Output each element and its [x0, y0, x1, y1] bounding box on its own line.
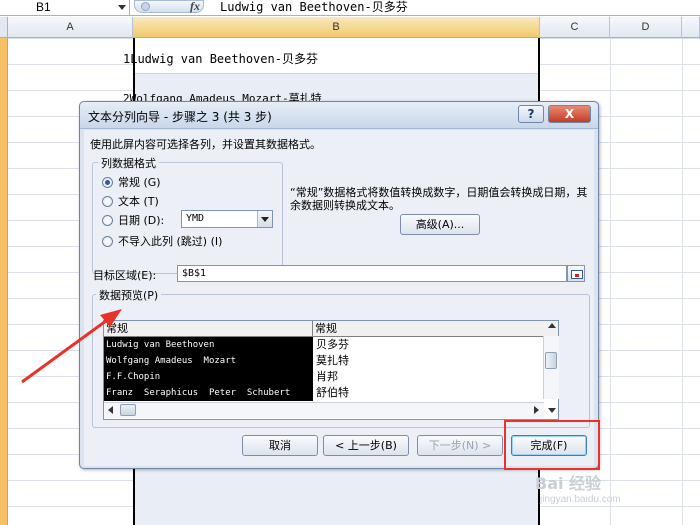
preview-cell: 舒伯特: [316, 386, 349, 399]
radio-icon[interactable]: [102, 196, 113, 207]
preview-column-selected[interactable]: Ludwig van Beethoven Wolfgang Amadeus Mo…: [104, 337, 313, 401]
help-button[interactable]: ?: [518, 105, 544, 123]
grid-divider: [682, 38, 683, 525]
scroll-down-icon[interactable]: [548, 408, 556, 413]
radio-icon[interactable]: [102, 215, 113, 226]
advanced-button[interactable]: 高级(A)...: [400, 214, 480, 235]
preview-horizontal-scrollbar[interactable]: [104, 402, 544, 418]
scroll-right-icon[interactable]: [534, 406, 539, 414]
target-area-input[interactable]: $B$1: [177, 265, 567, 282]
horizontal-scroll-thumb[interactable]: [120, 404, 136, 416]
dialog-title: 文本分列向导 - 步骤之 3 (共 3 步): [88, 110, 272, 124]
next-button[interactable]: 下一步(N) >: [417, 435, 503, 456]
column-header-a[interactable]: A: [8, 17, 133, 38]
grid-divider: [610, 38, 611, 525]
radio-label: 日期 (D):: [118, 214, 165, 227]
row-header-strip[interactable]: [0, 38, 8, 525]
radio-label: 常规 (G): [118, 176, 161, 189]
watermark-logo: Bai 经验: [535, 474, 602, 493]
preview-column-header[interactable]: 常规: [313, 321, 558, 337]
column-format-title: 列数据格式: [98, 155, 159, 171]
preview-cell: 肖邦: [316, 370, 338, 383]
preview-cell: 贝多芬: [316, 338, 349, 351]
column-header-e[interactable]: [682, 17, 700, 38]
column-header-c[interactable]: C: [540, 17, 610, 38]
collapse-dialog-icon[interactable]: [567, 265, 585, 282]
cell-value: Ludwig van Beethoven-贝多芬: [130, 52, 318, 66]
preview-cell: Ludwig van Beethoven: [106, 340, 215, 350]
watermark-url: jingyan.baidu.com: [540, 494, 621, 505]
text-to-columns-dialog: 文本分列向导 - 步骤之 3 (共 3 步) ? X 使用此屏内容可选择各列，并…: [79, 101, 599, 469]
preview-cell: F.F.Chopin: [106, 372, 161, 382]
column-header-d[interactable]: D: [610, 17, 682, 38]
scroll-up-icon[interactable]: [548, 323, 556, 328]
radio-text[interactable]: 文本 (T): [102, 195, 262, 211]
insert-function-icon[interactable]: fx: [190, 0, 200, 14]
radio-label: 文本 (T): [118, 195, 159, 208]
select-all-corner[interactable]: [0, 17, 8, 38]
preview-cell: Franz Seraphicus Peter Schubert: [106, 388, 291, 398]
format-description: “常规”数据格式将数值转换成数字，日期值会转换成日期，其余数据则转换成文本。: [290, 186, 588, 212]
data-preview-title: 数据预览(P): [96, 287, 162, 303]
circle-icon: [141, 2, 150, 11]
highlight-box: [504, 420, 600, 470]
chevron-down-icon[interactable]: [118, 5, 126, 10]
date-format-select[interactable]: YMD: [181, 210, 273, 228]
cell-b1-text: 1Ludwig van Beethoven-贝多芬: [123, 50, 318, 67]
formula-input[interactable]: Ludwig van Beethoven-贝多芬: [220, 0, 408, 15]
instruction-text: 使用此屏内容可选择各列，并设置其数据格式。: [90, 138, 321, 151]
preview-column-header[interactable]: 常规: [104, 321, 313, 337]
close-button[interactable]: X: [548, 105, 591, 123]
radio-label: 不导入此列 (跳过) (I): [118, 235, 223, 248]
chevron-down-icon[interactable]: [257, 211, 272, 227]
vertical-scroll-thumb[interactable]: [545, 352, 557, 369]
preview-column[interactable]: 贝多芬 莫扎特 肖邦 舒伯特: [314, 337, 550, 401]
formula-bar: B1 fx Ludwig van Beethoven-贝多芬: [0, 0, 700, 16]
preview-cell: Wolfgang Amadeus Mozart: [106, 356, 237, 366]
dialog-titlebar[interactable]: 文本分列向导 - 步骤之 3 (共 3 步) ? X: [80, 102, 598, 129]
radio-general[interactable]: 常规 (G): [102, 176, 262, 192]
date-format-value: YMD: [186, 213, 205, 224]
back-button[interactable]: < 上一步(B): [323, 435, 409, 456]
radio-selected-icon[interactable]: [102, 177, 113, 188]
radio-skip[interactable]: 不导入此列 (跳过) (I): [102, 235, 262, 251]
scroll-left-icon[interactable]: [108, 406, 113, 414]
dialog-body: 使用此屏内容可选择各列，并设置其数据格式。 列数据格式 常规 (G) 文本 (T…: [84, 130, 594, 466]
radio-icon[interactable]: [102, 236, 113, 247]
column-header-b[interactable]: B: [133, 17, 540, 38]
target-area-label: 目标区域(E):: [93, 269, 157, 282]
name-box[interactable]: B1: [0, 0, 130, 15]
preview-cell: 莫扎特: [316, 354, 349, 367]
cancel-button[interactable]: 取消: [242, 435, 318, 456]
